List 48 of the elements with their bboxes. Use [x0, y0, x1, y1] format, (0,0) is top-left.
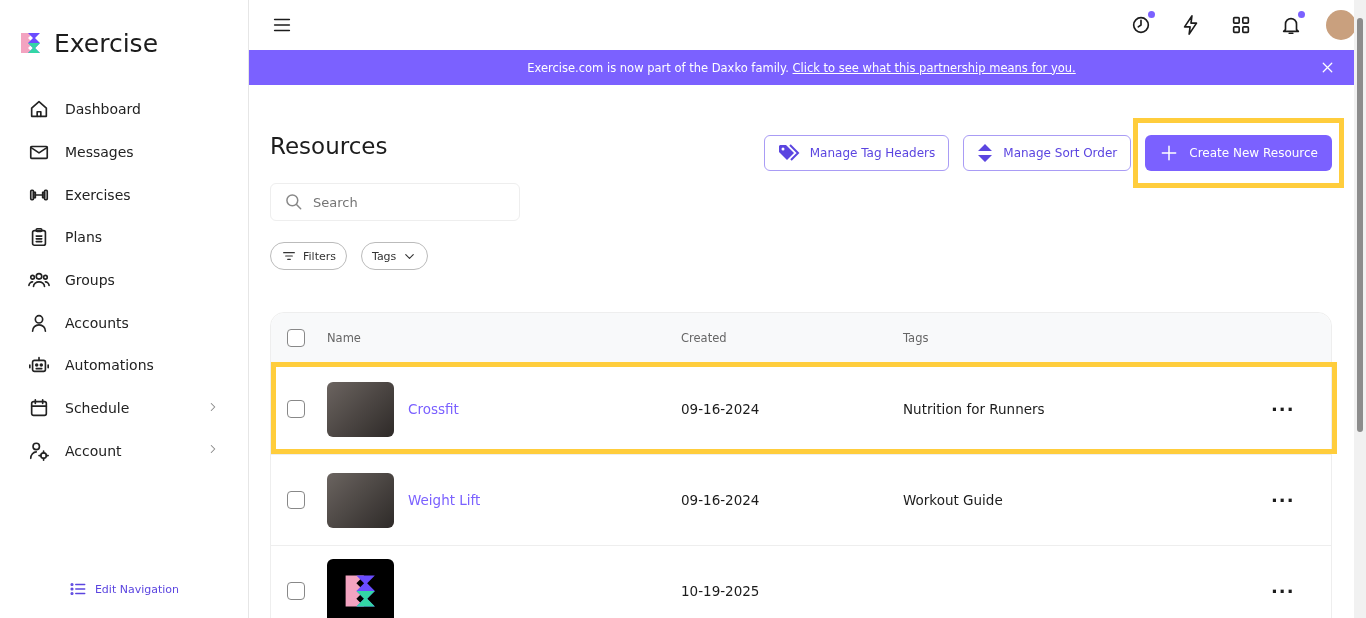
table-cell-text: 09-16-2024: [681, 492, 761, 508]
more-options-button[interactable]: ···: [1271, 580, 1331, 602]
search-field[interactable]: Search: [270, 183, 520, 221]
sidebar-item[interactable]: Account: [0, 429, 248, 473]
row-checkbox[interactable]: [287, 400, 305, 418]
sidebar-item[interactable]: Automations: [0, 344, 248, 387]
table-cell-text: 09-16-2024: [681, 401, 761, 417]
action-button[interactable]: Create New Resource: [1145, 135, 1332, 171]
table-cell: Workout Guide: [903, 492, 1003, 508]
column-header: Name: [327, 331, 362, 345]
sidebar-item[interactable]: Exercises: [0, 173, 248, 217]
banner-message: Exercise.com is now part of the Daxko family. Click to see what this partnership means for you.: [527, 60, 1076, 75]
scrollbar[interactable]: [1354, 0, 1366, 618]
brand-name: Exercise: [54, 28, 159, 58]
avatar[interactable]: [1326, 10, 1356, 40]
photo-placeholder: [327, 472, 394, 528]
list-icon: [68, 580, 87, 598]
sidebar-item[interactable]: Plans: [0, 216, 248, 259]
search-icon: [284, 192, 304, 212]
column-header: Tags: [903, 331, 930, 345]
clock-icon: [1130, 14, 1152, 36]
sidebar-item[interactable]: Schedule: [0, 386, 248, 430]
action-button[interactable]: Manage Tag Headers: [763, 135, 950, 171]
sidebar-item[interactable]: Groups: [0, 258, 248, 302]
grid-icon: [1230, 14, 1252, 36]
resource-link[interactable]: Weight Lift: [408, 492, 481, 508]
tag-icon: [777, 144, 800, 162]
photo-placeholder: [327, 381, 394, 437]
person-gear-icon: [28, 439, 50, 462]
select-all-checkbox[interactable]: [287, 329, 305, 347]
table-cell-text: 10-19-2025: [681, 583, 761, 599]
column-header: Created: [681, 331, 728, 345]
resource-link[interactable]: Crossfit: [408, 401, 459, 417]
more-options-button[interactable]: ···: [1271, 398, 1331, 420]
filters-button[interactable]: Filters: [270, 242, 347, 270]
sidebar-item[interactable]: Messages: [0, 130, 248, 174]
more-options-button[interactable]: ···: [1271, 489, 1331, 511]
tags-dropdown[interactable]: Tags: [361, 242, 429, 270]
sort-icon: [977, 143, 994, 163]
row-checkbox[interactable]: [287, 491, 305, 509]
page-title: Resources: [270, 133, 389, 159]
banner-link[interactable]: Click to see what this partnership means for you.: [792, 60, 1076, 75]
action-button[interactable]: Manage Sort Order: [963, 135, 1132, 171]
table-cell: Nutrition for Runners: [903, 401, 1045, 417]
row-checkbox[interactable]: [287, 582, 305, 600]
sidebar-item[interactable]: Accounts: [0, 301, 248, 345]
edit-navigation-link[interactable]: Edit Navigation: [0, 580, 248, 598]
sidebar-item[interactable]: Dashboard: [0, 88, 248, 131]
